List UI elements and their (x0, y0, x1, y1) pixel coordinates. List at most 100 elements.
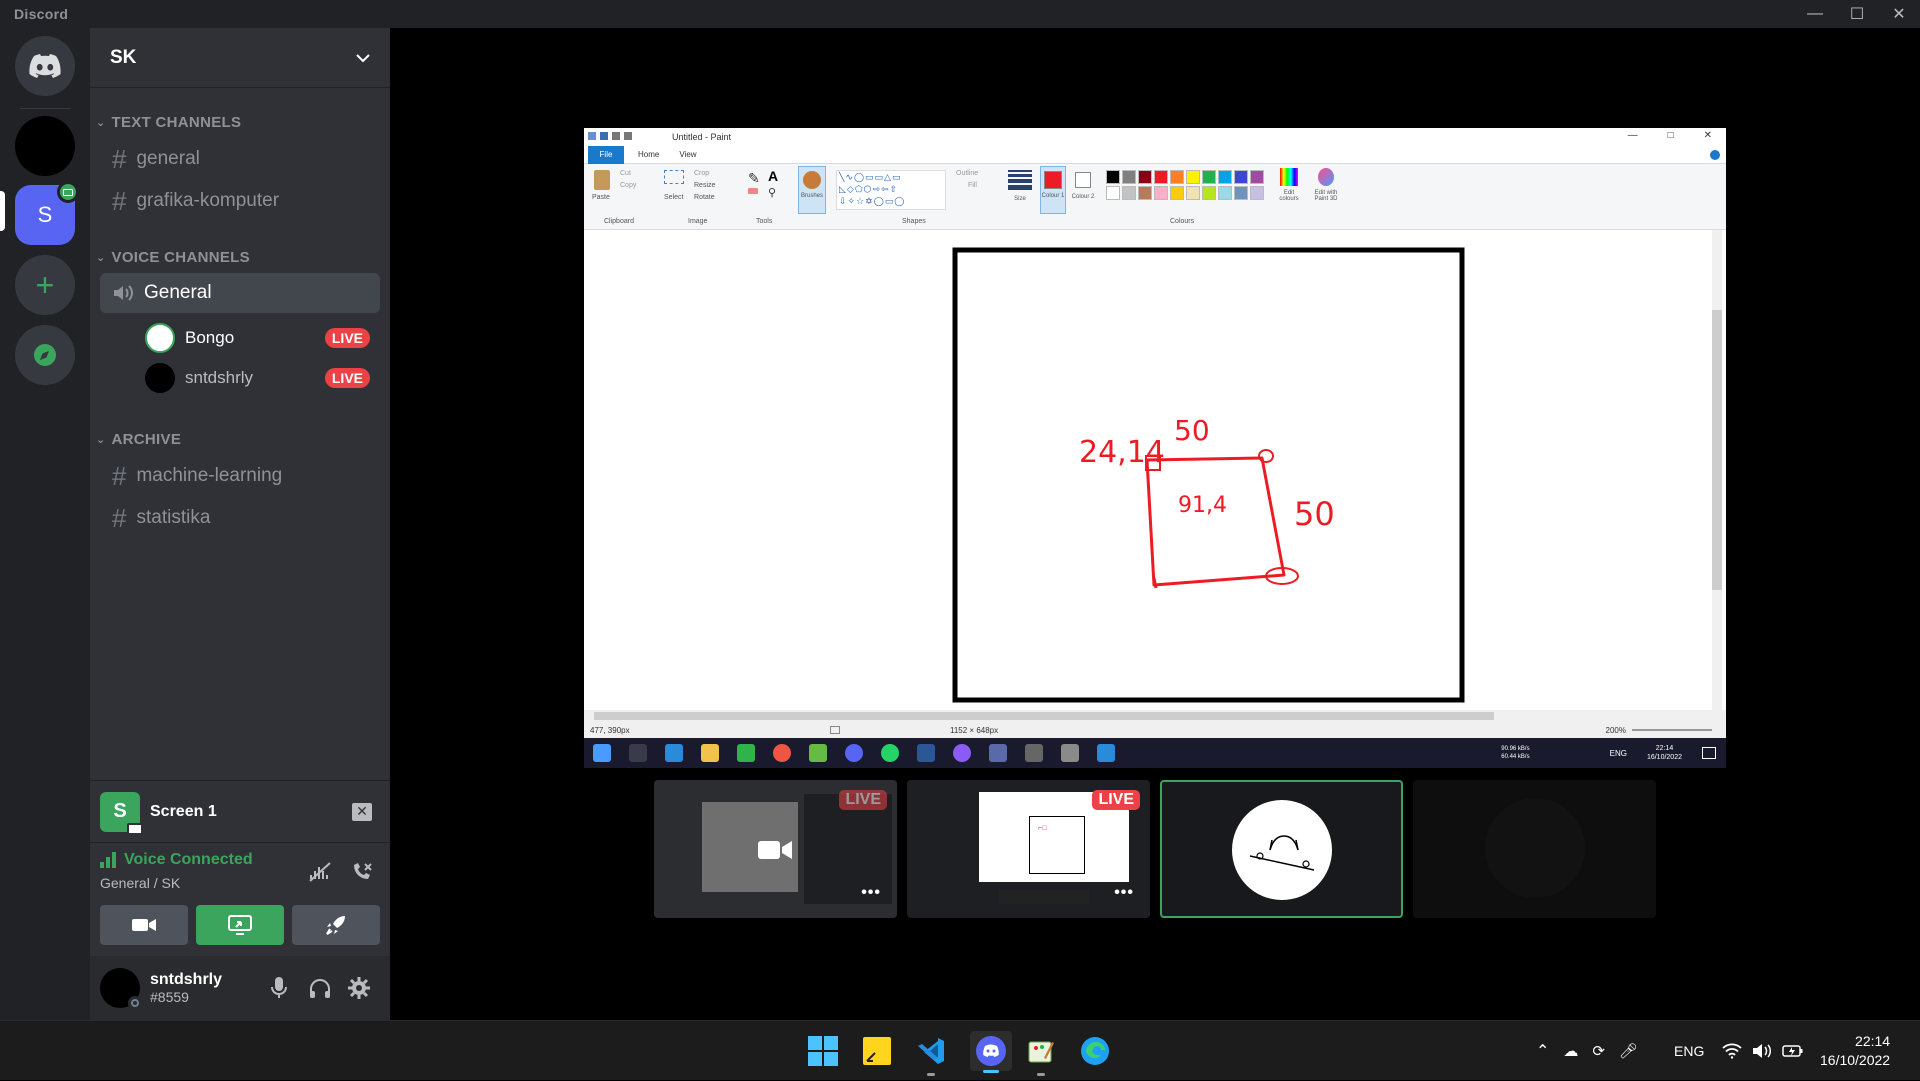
edit-colours-button[interactable]: Edit colours (1274, 168, 1304, 202)
palette-swatch[interactable] (1170, 170, 1184, 184)
palette-swatch[interactable] (1234, 170, 1248, 184)
discord-taskbar-button[interactable] (970, 1031, 1012, 1073)
settings-gear-icon[interactable] (348, 977, 370, 999)
voice-user-sntdshrly[interactable]: sntdshrly LIVE (145, 363, 370, 393)
more-options-icon[interactable]: ••• (861, 884, 881, 902)
horizontal-scrollbar[interactable] (584, 710, 1726, 722)
palette-swatch[interactable] (1186, 186, 1200, 200)
channel-general[interactable]: # general (100, 139, 380, 179)
colour2-button[interactable]: Colour 2 (1070, 166, 1096, 214)
paint3d-button[interactable]: Edit with Paint 3D (1308, 168, 1344, 202)
network-volume-battery[interactable] (1722, 1021, 1804, 1081)
category-archive[interactable]: ⌄ ARCHIVE (96, 431, 181, 448)
stream-thumbnail-4[interactable] (1413, 780, 1656, 918)
tab-home[interactable]: Home (638, 150, 659, 159)
cut-button[interactable]: Cut (620, 170, 631, 177)
palette-swatch[interactable] (1170, 186, 1184, 200)
disconnect-call-icon[interactable] (350, 861, 374, 883)
more-options-icon[interactable]: ••• (1114, 884, 1134, 902)
explore-servers-button[interactable] (15, 325, 75, 385)
channel-statistika[interactable]: # statistika (100, 498, 380, 538)
vscode-button[interactable] (914, 1034, 948, 1076)
palette-swatch[interactable] (1106, 186, 1120, 200)
palette-swatch[interactable] (1250, 186, 1264, 200)
palette-swatch[interactable] (1218, 186, 1232, 200)
server-icon-sk[interactable]: S (15, 181, 79, 245)
cloud-icon[interactable]: ☁ (1563, 1042, 1578, 1060)
crop-button[interactable]: Crop (694, 170, 709, 177)
palette-swatch[interactable] (1218, 170, 1232, 184)
palette-swatch[interactable] (1138, 186, 1152, 200)
help-icon[interactable] (1710, 149, 1720, 160)
user-avatar[interactable] (100, 968, 142, 1010)
edge-taskbar-button[interactable] (1078, 1034, 1112, 1068)
voice-location[interactable]: General / SK (100, 875, 180, 891)
noise-suppression-icon[interactable] (308, 861, 332, 883)
colour1-button[interactable]: Colour 1 (1040, 166, 1066, 214)
close-button[interactable]: ✕ (1878, 0, 1920, 28)
palette-swatch[interactable] (1138, 170, 1152, 184)
channel-machine-learning[interactable]: # machine-learning (100, 456, 380, 496)
voice-connected-status[interactable]: Voice Connected (124, 851, 253, 869)
tab-file[interactable]: File (588, 145, 624, 164)
select-icon[interactable] (664, 170, 684, 184)
tab-view[interactable]: View (679, 150, 696, 159)
stream-thumbnail-3-active[interactable] (1160, 780, 1403, 918)
microphone-icon[interactable] (270, 976, 288, 1000)
palette-swatch[interactable] (1202, 170, 1216, 184)
vertical-scrollbar[interactable] (1712, 230, 1722, 710)
paste-icon[interactable] (594, 170, 610, 190)
paint-close-button[interactable]: ✕ (1704, 130, 1712, 141)
add-server-button[interactable]: + (15, 255, 75, 315)
voice-channel-general[interactable]: General (100, 273, 380, 313)
paint-maximize-button[interactable]: □ (1668, 130, 1674, 141)
brushes-button[interactable]: Brushes (798, 166, 826, 214)
screen-share-button[interactable] (196, 905, 284, 945)
magnifier-icon[interactable]: ⚲ (768, 186, 776, 199)
server-icon-dark[interactable] (15, 116, 75, 176)
rotate-button[interactable]: Rotate (694, 194, 715, 201)
stream-viewer[interactable]: Untitled - Paint — □ ✕ File Home View Pa… (584, 128, 1726, 768)
palette-swatch[interactable] (1106, 170, 1120, 184)
size-button[interactable]: Size (1008, 170, 1032, 202)
server-header[interactable]: SK (90, 28, 390, 88)
chevron-up-icon[interactable]: ⌃ (1536, 1041, 1549, 1061)
minimize-button[interactable]: — (1794, 0, 1836, 28)
language-indicator[interactable]: ENG (1674, 1021, 1704, 1081)
palette-swatch[interactable] (1154, 170, 1168, 184)
drawing-canvas[interactable]: 24,14 50 50 91,4 (584, 230, 1726, 710)
windows-start-button[interactable] (806, 1034, 840, 1068)
stream-thumbnail-1[interactable]: LIVE ••• (654, 780, 897, 918)
palette-swatch[interactable] (1186, 170, 1200, 184)
microphone-icon[interactable]: 🎤︎ (1619, 1042, 1638, 1060)
eraser-icon[interactable] (748, 188, 758, 194)
shapes-gallery[interactable]: ╲∿◯▭▭△▭ ◺◇⬠⬡⇨⇦⇧ ⇩✧☆✡◯▭◯ (836, 170, 946, 210)
palette-swatch[interactable] (1122, 186, 1136, 200)
text-tool-icon[interactable]: A (768, 168, 778, 184)
stream-thumbnail-2[interactable]: ⌐□ LIVE ••• (907, 780, 1150, 918)
resize-button[interactable]: Resize (694, 182, 715, 189)
palette-swatch[interactable] (1122, 170, 1136, 184)
sync-icon[interactable]: ⟳ (1592, 1042, 1605, 1060)
home-button[interactable] (15, 36, 75, 96)
sticky-notes-button[interactable] (860, 1034, 894, 1068)
zoom-slider[interactable] (1632, 729, 1712, 731)
fill-button[interactable]: Fill (968, 182, 977, 189)
activity-button[interactable] (292, 905, 380, 945)
camera-button[interactable] (100, 905, 188, 945)
maximize-button[interactable]: ☐ (1836, 0, 1878, 28)
palette-swatch[interactable] (1202, 186, 1216, 200)
category-text-channels[interactable]: ⌄ TEXT CHANNELS (96, 114, 241, 131)
outline-button[interactable]: Outline (956, 170, 978, 177)
category-voice-channels[interactable]: ⌄ VOICE CHANNELS (96, 249, 250, 266)
palette-swatch[interactable] (1250, 170, 1264, 184)
paint-canvas-area[interactable]: 24,14 50 50 91,4 (584, 230, 1726, 710)
copy-button[interactable]: Copy (620, 182, 636, 189)
palette-swatch[interactable] (1234, 186, 1248, 200)
stop-streaming-button[interactable]: ✕ (352, 802, 372, 821)
headphones-icon[interactable] (308, 977, 332, 999)
colour-palette[interactable] (1106, 170, 1272, 200)
pencil-icon[interactable]: ✎ (748, 170, 760, 187)
channel-grafika-komputer[interactable]: # grafika-komputer (100, 181, 380, 221)
voice-user-bongo[interactable]: Bongo LIVE (145, 323, 370, 353)
